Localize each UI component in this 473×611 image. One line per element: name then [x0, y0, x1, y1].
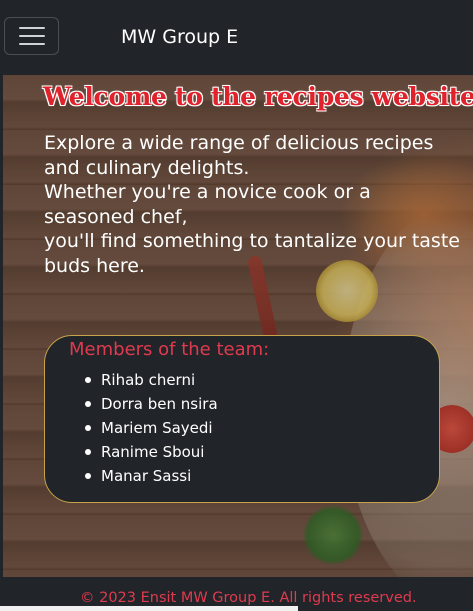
page-title: Welcome to the recipes website — [43, 82, 473, 111]
team-member: Rihab cherni — [83, 368, 218, 392]
navbar-toggle-button[interactable] — [4, 17, 59, 55]
navbar: MW Group E — [0, 0, 473, 75]
hamburger-menu-icon-line — [18, 43, 45, 45]
page: MW Group E Welcome to the recipes websit… — [0, 0, 473, 611]
team-member: Mariem Sayedi — [83, 416, 218, 440]
hamburger-menu-icon — [18, 27, 45, 29]
copyright-text: © 2023 Ensit MW Group E. All rights rese… — [80, 590, 417, 606]
intro-line: you'll find something to tantalize your … — [44, 230, 460, 277]
intro-line: Whether you're a novice cook or a season… — [44, 181, 371, 228]
hamburger-menu-icon-line — [18, 35, 45, 37]
navbar-brand[interactable]: MW Group E — [121, 26, 238, 48]
team-member: Ranime Sboui — [83, 440, 218, 464]
team-member: Dorra ben nsira — [83, 392, 218, 416]
intro-line: Explore a wide range of delicious recipe… — [44, 132, 434, 179]
team-member-list: Rihab cherni Dorra ben nsira Mariem Saye… — [83, 368, 218, 488]
hero-section: Welcome to the recipes website Explore a… — [3, 75, 473, 577]
intro-text: Explore a wide range of delicious recipe… — [44, 131, 464, 278]
team-title: Members of the team: — [69, 339, 270, 360]
team-member: Manar Sassi — [83, 464, 218, 488]
team-card: Members of the team: Rihab cherni Dorra … — [44, 335, 440, 503]
horizontal-scrollbar[interactable] — [0, 606, 298, 611]
